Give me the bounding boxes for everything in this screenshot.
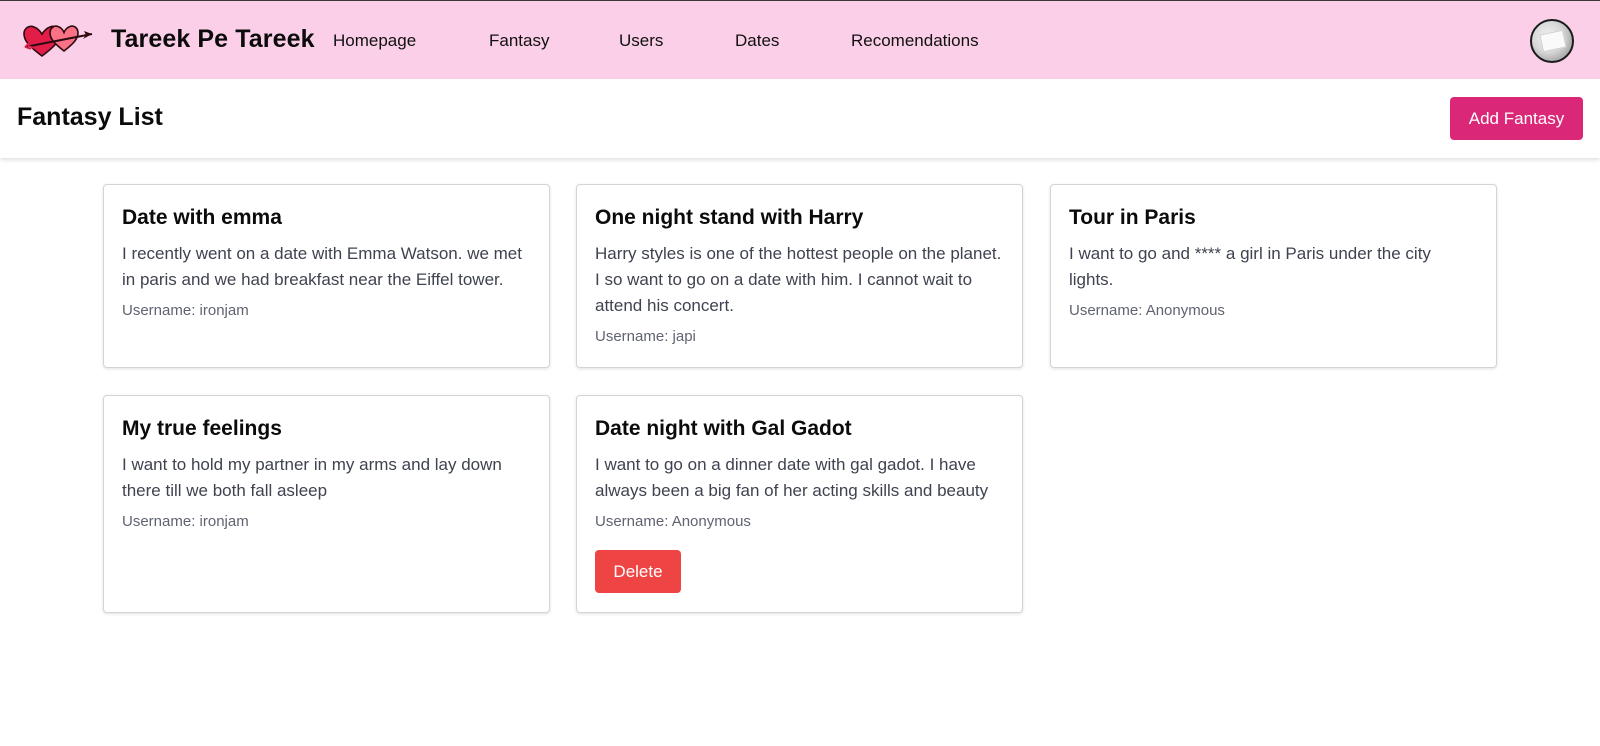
user-avatar[interactable] xyxy=(1530,19,1574,63)
nav-users[interactable]: Users xyxy=(619,31,663,51)
card-username: Username: japi xyxy=(595,328,696,345)
card-description: I recently went on a date with Emma Wats… xyxy=(122,244,522,289)
nav-dates[interactable]: Dates xyxy=(735,31,779,51)
fantasy-card: Date night with Gal Gadot I want to go o… xyxy=(576,395,1023,613)
card-username: Username: ironjam xyxy=(122,513,249,530)
page-header: Fantasy List Add Fantasy xyxy=(0,79,1600,158)
card-description: I want to go on a dinner date with gal g… xyxy=(595,455,989,500)
add-fantasy-button[interactable]: Add Fantasy xyxy=(1450,97,1583,140)
fantasy-card: Tour in Paris I want to go and **** a gi… xyxy=(1050,184,1497,368)
nav-fantasy[interactable]: Fantasy xyxy=(489,31,549,51)
card-title: My true feelings xyxy=(122,417,282,440)
brand-name[interactable]: Tareek Pe Tareek xyxy=(111,25,315,54)
card-title: Date with emma xyxy=(122,206,282,229)
card-username: Username: ironjam xyxy=(122,302,249,319)
hearts-arrow-icon[interactable] xyxy=(22,23,98,59)
nav-homepage[interactable]: Homepage xyxy=(333,31,416,51)
card-description: I want to hold my partner in my arms and… xyxy=(122,455,502,500)
nav-recomendations[interactable]: Recomendations xyxy=(851,31,979,51)
card-username: Username: Anonymous xyxy=(595,513,751,530)
delete-button[interactable]: Delete xyxy=(595,550,681,593)
card-description: Harry styles is one of the hottest peopl… xyxy=(595,244,1002,315)
card-title: Tour in Paris xyxy=(1069,206,1196,229)
card-title: Date night with Gal Gadot xyxy=(595,417,852,440)
fantasy-card: Date with emma I recently went on a date… xyxy=(103,184,550,368)
fantasy-card: My true feelings I want to hold my partn… xyxy=(103,395,550,613)
fantasy-card: One night stand with Harry Harry styles … xyxy=(576,184,1023,368)
avatar-image xyxy=(1539,29,1567,53)
page-title: Fantasy List xyxy=(17,103,163,131)
card-username: Username: Anonymous xyxy=(1069,302,1225,319)
card-title: One night stand with Harry xyxy=(595,206,864,229)
top-navbar: Tareek Pe Tareek Homepage Fantasy Users … xyxy=(0,0,1600,79)
card-description: I want to go and **** a girl in Paris un… xyxy=(1069,244,1431,289)
